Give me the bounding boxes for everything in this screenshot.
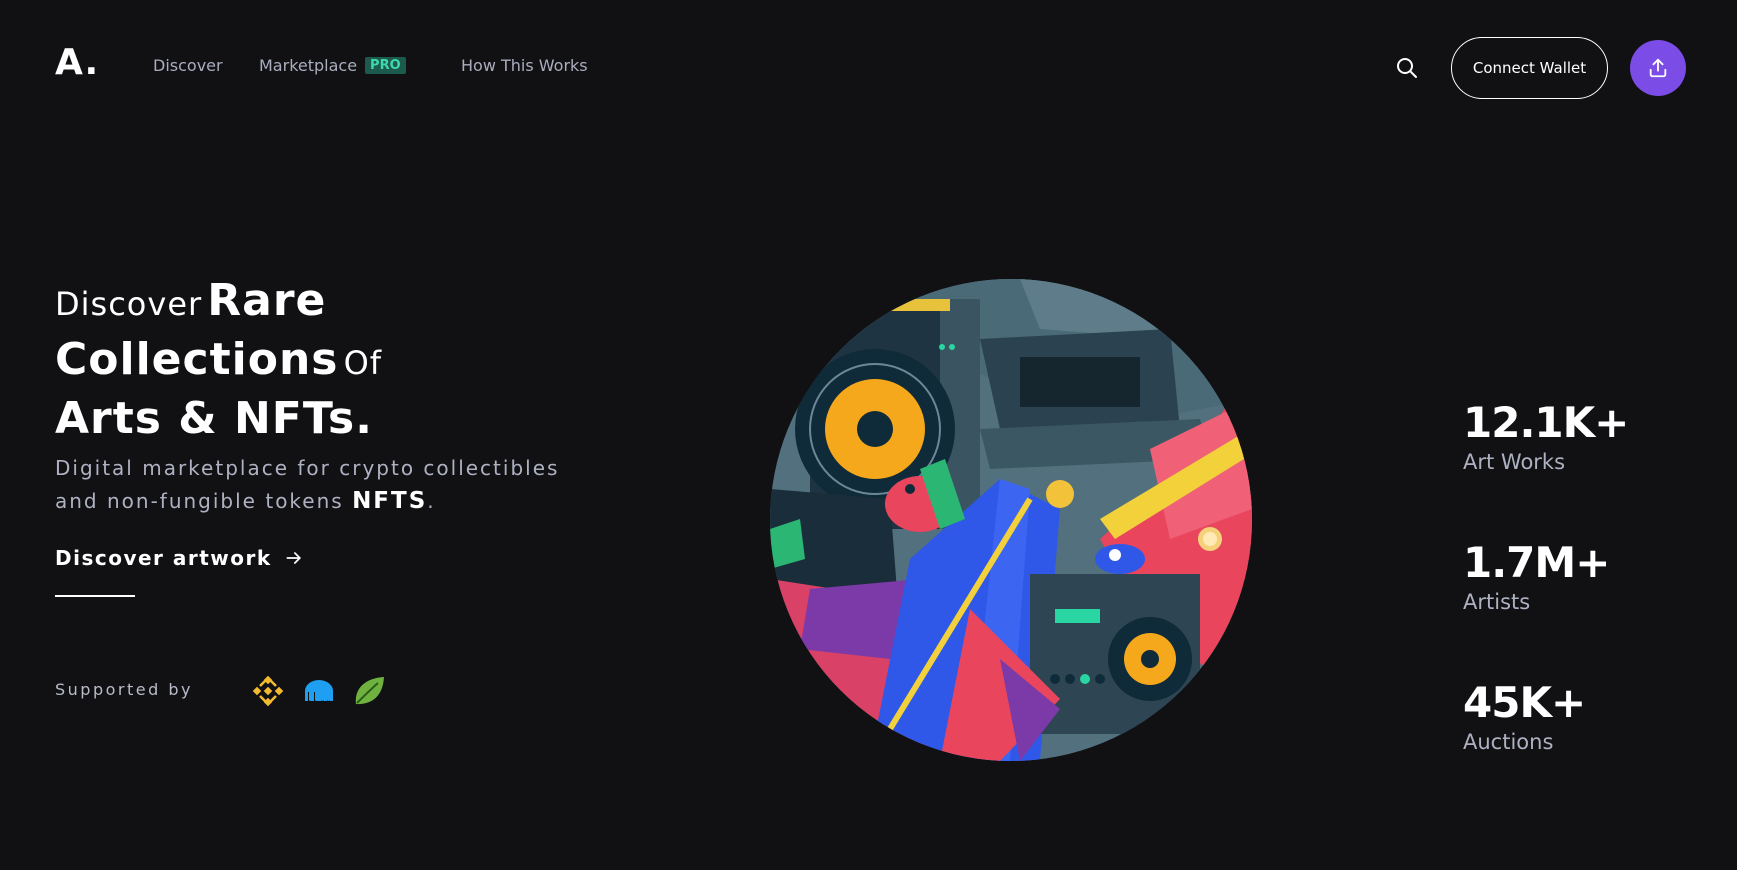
hero-subtitle-highlight: NFTS [352,488,428,514]
binance-logo-icon [252,675,284,707]
hero-title-word: Rare [207,275,327,326]
pro-badge: PRO [365,57,406,74]
upload-button[interactable] [1630,40,1686,96]
stat-value: 12.1K+ [1463,398,1629,447]
hero-subtitle-end: . [427,489,436,513]
leaf-logo-icon [355,677,384,705]
stat-value: 1.7M+ [1463,538,1610,587]
hero-title-word: Of [343,344,383,382]
main-nav: Discover Marketplace PRO How This Works [153,56,588,75]
nav-how-it-works[interactable]: How This Works [461,56,588,75]
connect-wallet-label: Connect Wallet [1472,59,1587,77]
stat-label: Auctions [1463,730,1554,754]
stat-auctions: 45K+ Auctions [1463,678,1586,756]
discover-artwork-link[interactable]: Discover artwork [55,546,304,570]
nav-marketplace[interactable]: Marketplace PRO [259,56,461,75]
hero-title: Discover Rare Collections Of Arts & NFTs… [55,276,615,453]
hero-title-word: Discover [55,285,203,323]
nav-discover[interactable]: Discover [153,56,259,75]
stat-value: 45K+ [1463,678,1586,727]
kraken-logo-icon [305,680,333,701]
nav-how-it-works-label: How This Works [461,56,588,75]
hero-subtitle-line2: and non-fungible tokens [55,489,344,513]
cta-underline [55,595,135,597]
search-icon[interactable] [1395,56,1419,80]
nav-marketplace-label: Marketplace [259,56,358,75]
supported-by-label: Supported by [55,680,193,699]
hero-artwork [770,279,1252,761]
logo[interactable]: A. [55,42,99,83]
discover-artwork-label: Discover artwork [55,546,272,570]
hero-subtitle-line1: Digital marketplace for crypto collectib… [55,456,560,480]
hero-title-word: Arts & NFTs. [55,393,373,444]
stat-label: Artists [1463,590,1531,614]
stat-artists: 1.7M+ Artists [1463,538,1610,616]
stat-label: Art Works [1463,450,1566,474]
upload-icon [1649,58,1667,78]
hero-subtitle: Digital marketplace for crypto collectib… [55,452,615,518]
hero-title-word: Collections [55,334,339,385]
stat-artworks: 12.1K+ Art Works [1463,398,1629,476]
arrow-right-icon [286,552,301,564]
landing-page: A. Discover Marketplace PRO How This Wor… [0,0,1737,870]
connect-wallet-button[interactable]: Connect Wallet [1451,37,1608,99]
artwork-illustration [770,279,1252,761]
nav-discover-label: Discover [153,56,223,75]
